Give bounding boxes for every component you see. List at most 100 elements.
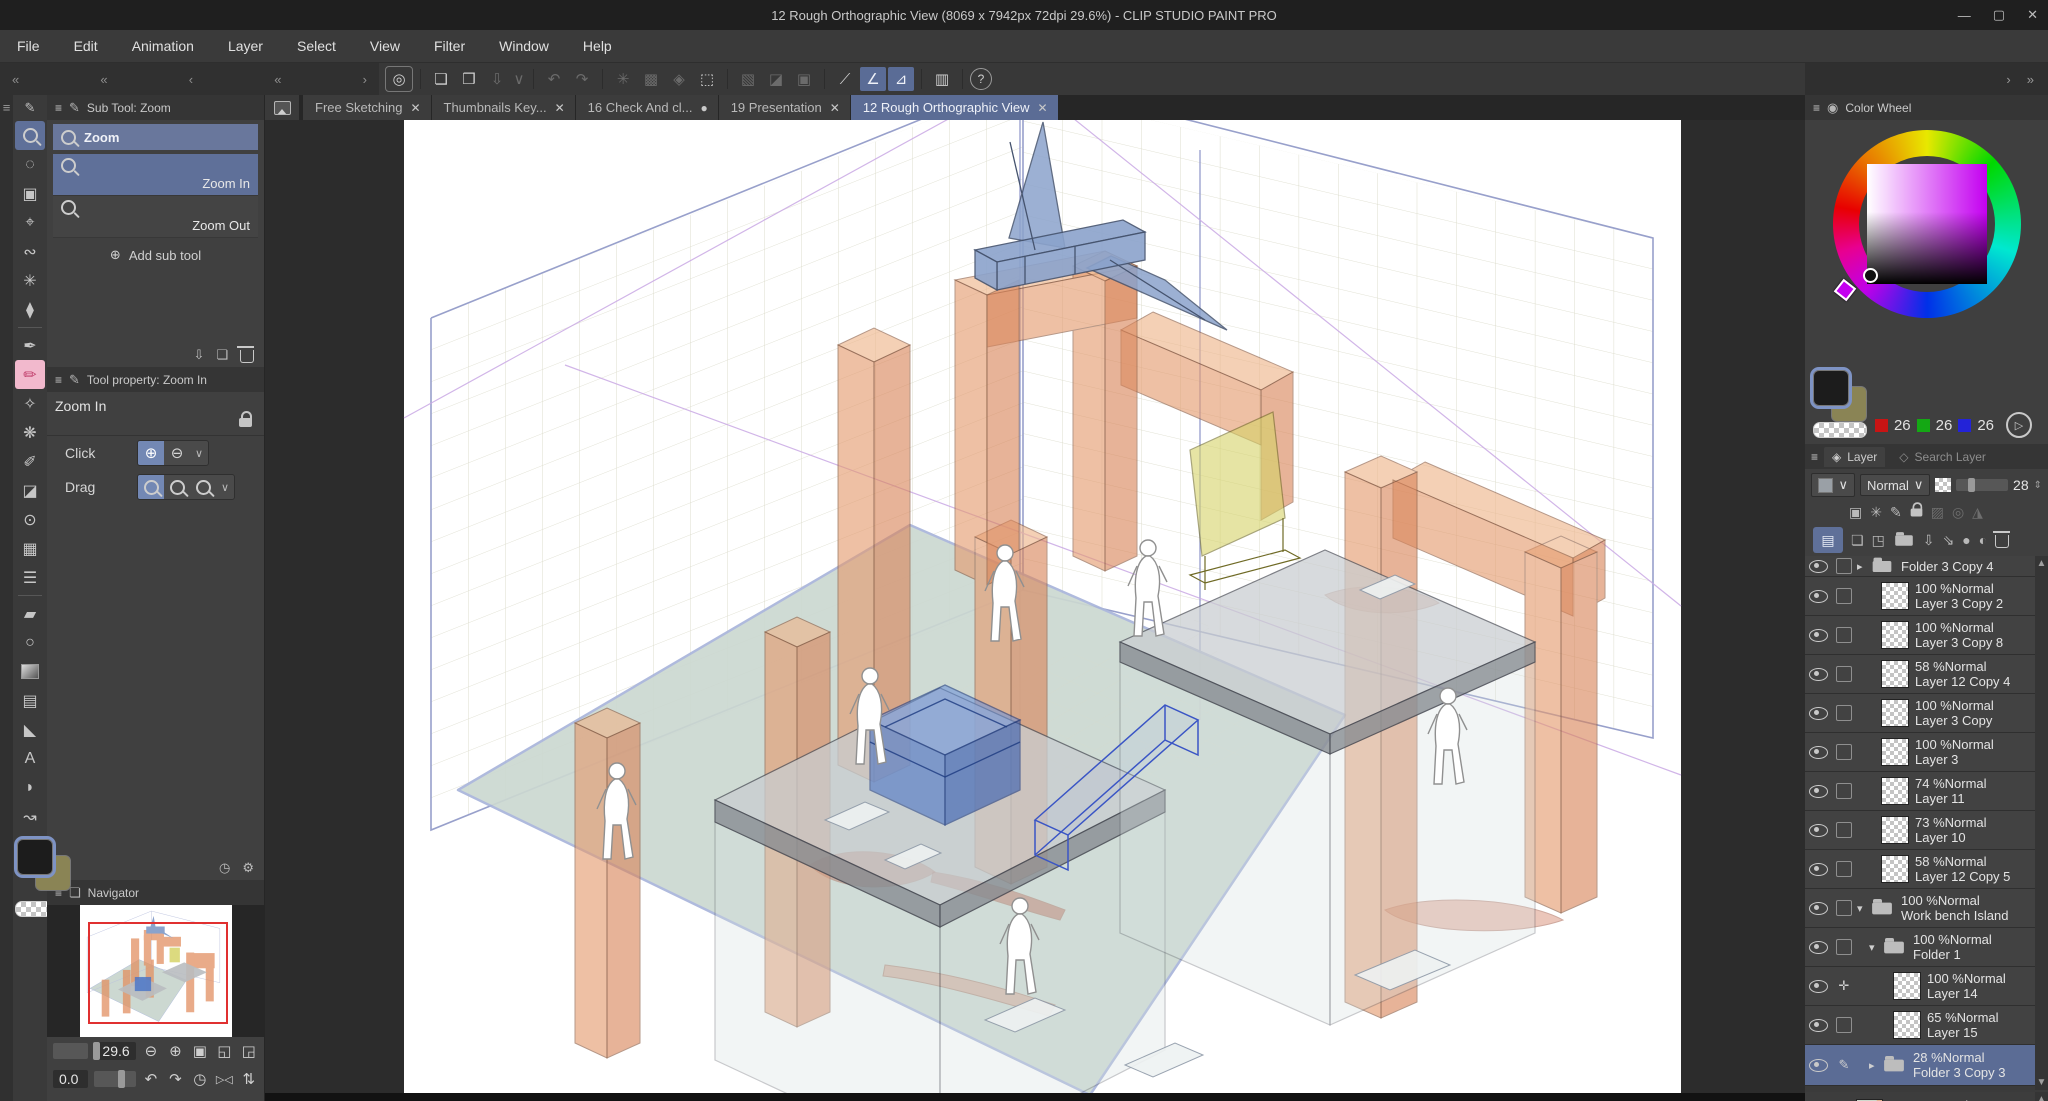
tab-16-check[interactable]: 16 Check And cl...● bbox=[576, 95, 719, 120]
selection-frame-icon[interactable]: ▣ bbox=[791, 67, 817, 91]
opacity-slider[interactable] bbox=[1956, 479, 2008, 491]
layer-row[interactable]: 73 %NormalLayer 10 bbox=[1805, 811, 2035, 850]
expander-icon[interactable]: ▾ bbox=[1869, 941, 1883, 954]
transfer-down-icon[interactable]: ⇩ bbox=[1923, 532, 1935, 549]
maximize-button[interactable]: ▢ bbox=[1993, 7, 2005, 23]
layer-row-screenshot[interactable]: 100 %NormalScreenshot 2025-05-14 160 bbox=[1805, 1092, 2035, 1101]
clip-to-layer-icon[interactable]: ▣ bbox=[1849, 504, 1862, 521]
drag-zoom-out-button[interactable] bbox=[190, 475, 216, 499]
layer-row[interactable]: 58 %NormalLayer 12 Copy 4 bbox=[1805, 655, 2035, 694]
tab-close-icon[interactable]: ✕ bbox=[830, 101, 840, 115]
apply-mask-icon[interactable]: ◐ bbox=[1979, 532, 1987, 548]
rotation-value[interactable]: 0.0 bbox=[53, 1070, 88, 1088]
move-tool[interactable]: ⌖ bbox=[15, 208, 45, 237]
crop-icon[interactable]: ⬚ bbox=[694, 67, 720, 91]
zoom-slider[interactable] bbox=[53, 1043, 88, 1059]
new-folder-icon[interactable] bbox=[1895, 535, 1913, 545]
balloon-tool[interactable]: ◗ bbox=[15, 773, 45, 802]
visibility-icon[interactable] bbox=[1809, 902, 1828, 915]
visibility-icon[interactable] bbox=[1809, 785, 1828, 798]
deselect-icon[interactable]: ✳ bbox=[610, 67, 636, 91]
workspace-thumbnail-button[interactable] bbox=[265, 95, 299, 120]
dock-next-icon[interactable]: › bbox=[2006, 72, 2010, 87]
text-tool[interactable]: A bbox=[15, 744, 45, 773]
layer-row[interactable]: 100 %NormalLayer 3 Copy 8 bbox=[1805, 616, 2035, 655]
checkbox-icon[interactable] bbox=[1836, 861, 1852, 877]
pattern-tool[interactable]: ☰ bbox=[15, 563, 45, 592]
collapse-arrow-icon[interactable]: « bbox=[100, 72, 107, 87]
polyline-tool[interactable]: ◣ bbox=[15, 715, 45, 744]
tab-thumbnails-key[interactable]: Thumbnails Key...✕ bbox=[432, 95, 576, 120]
menu-view[interactable]: View bbox=[353, 38, 417, 54]
decoration-tool[interactable]: ❋ bbox=[15, 418, 45, 447]
visibility-icon[interactable] bbox=[1809, 863, 1828, 876]
invert-selection-icon[interactable]: ◈ bbox=[666, 67, 692, 91]
drag-area-zoom-button[interactable] bbox=[164, 475, 190, 499]
checkbox-icon[interactable] bbox=[1836, 705, 1852, 721]
layer-selection-tool[interactable]: ▣ bbox=[15, 179, 45, 208]
visibility-icon[interactable] bbox=[1809, 629, 1828, 642]
shape-tool[interactable]: ○ bbox=[15, 628, 45, 657]
layer-row-layer14[interactable]: ✛100 %NormalLayer 14 bbox=[1805, 967, 2035, 1006]
save-dropdown-icon[interactable]: ∨ bbox=[512, 67, 526, 91]
expander-icon[interactable]: ▸ bbox=[1857, 560, 1871, 573]
visibility-icon[interactable] bbox=[1809, 824, 1828, 837]
fill-tool[interactable]: ▰ bbox=[15, 599, 45, 628]
panel-menu-icon[interactable]: ≡ bbox=[55, 101, 62, 115]
zoom-100-button[interactable]: ▣ bbox=[191, 1040, 209, 1062]
checkbox-icon[interactable] bbox=[1836, 939, 1852, 955]
drag-dropdown-icon[interactable]: ∨ bbox=[216, 481, 234, 494]
delete-subtool-icon[interactable] bbox=[240, 350, 254, 363]
undo-icon[interactable]: ↶ bbox=[541, 67, 567, 91]
material-panel-icon[interactable]: ▥ bbox=[929, 67, 955, 91]
panel-menu-icon[interactable]: ≡ bbox=[1811, 450, 1818, 464]
checkbox-icon[interactable] bbox=[1836, 627, 1852, 643]
click-zoom-out-button[interactable]: ⊖ bbox=[164, 441, 190, 465]
zoom-tool[interactable] bbox=[15, 121, 45, 150]
subtool-zoom-in[interactable]: Zoom In bbox=[53, 154, 258, 196]
tab-layer[interactable]: ◈Layer bbox=[1824, 447, 1885, 467]
menu-layer[interactable]: Layer bbox=[211, 38, 280, 54]
navigator-view-rect[interactable] bbox=[88, 922, 228, 1024]
history-icon[interactable]: ◷ bbox=[219, 860, 230, 876]
register-subtool-icon[interactable]: ⇩ bbox=[193, 347, 204, 363]
layer-list-scrollbar[interactable]: ▲ ▼ bbox=[2035, 556, 2048, 1090]
canvas-viewport[interactable] bbox=[265, 120, 1805, 1101]
scroll-up-icon[interactable]: ▲ bbox=[2037, 1094, 2047, 1101]
saturation-value-square[interactable] bbox=[1867, 164, 1987, 284]
checkbox-icon[interactable] bbox=[1836, 588, 1852, 604]
layer-row-workbench-island[interactable]: ▾100 %NormalWork bench Island bbox=[1805, 889, 2035, 928]
create-mask-icon[interactable]: ● bbox=[1962, 532, 1970, 548]
visibility-icon[interactable] bbox=[1809, 941, 1828, 954]
selection-tool[interactable]: ◌ bbox=[15, 150, 45, 179]
layer-row-folder3copy3-selected[interactable]: ✎▸28 %NormalFolder 3 Copy 3 bbox=[1805, 1045, 2035, 1086]
scroll-down-icon[interactable]: ▼ bbox=[2037, 1077, 2047, 1088]
flip-horizontal-button[interactable]: ▷◁ bbox=[215, 1068, 233, 1090]
help-icon[interactable]: ? bbox=[970, 68, 992, 90]
snap-ruler-icon[interactable]: ⟋ bbox=[832, 67, 858, 91]
selection-launcher-icon[interactable]: ◪ bbox=[763, 67, 789, 91]
click-zoom-in-button[interactable]: ⊕ bbox=[138, 441, 164, 465]
layer-row[interactable]: 74 %NormalLayer 11 bbox=[1805, 772, 2035, 811]
pen-tool[interactable]: ✒ bbox=[15, 331, 45, 360]
rotate-reset-button[interactable]: ◷ bbox=[191, 1068, 209, 1090]
layer-row-folder3copy4[interactable]: ▸ Folder 3 Copy 4 bbox=[1805, 556, 2035, 577]
flip-vertical-button[interactable]: ⇅ bbox=[240, 1068, 258, 1090]
foreground-color-swatch[interactable] bbox=[1813, 370, 1849, 406]
close-button[interactable]: ✕ bbox=[2027, 7, 2038, 23]
opacity-spinner-icon[interactable]: ⇕ bbox=[2034, 480, 2042, 491]
new-raster-layer-icon[interactable]: ❏ bbox=[1851, 532, 1864, 549]
lock-transparent-icon[interactable]: ▨ bbox=[1931, 504, 1944, 521]
rotation-slider[interactable] bbox=[94, 1071, 136, 1087]
menu-file[interactable]: File bbox=[0, 38, 57, 54]
blend-mode-dropdown[interactable]: Normal∨ bbox=[1860, 474, 1930, 496]
click-dropdown-icon[interactable]: ∨ bbox=[190, 447, 208, 460]
new-vector-layer-icon[interactable]: ◳ bbox=[1872, 532, 1885, 549]
delete-layer-icon[interactable] bbox=[1995, 535, 2009, 548]
airbrush-tool[interactable]: ✧ bbox=[15, 389, 45, 418]
visibility-icon[interactable] bbox=[1809, 590, 1828, 603]
menu-filter[interactable]: Filter bbox=[417, 38, 482, 54]
color-wheel[interactable] bbox=[1805, 120, 2048, 370]
checkbox-icon[interactable] bbox=[1836, 783, 1852, 799]
next-arrow-icon[interactable]: › bbox=[363, 72, 367, 87]
